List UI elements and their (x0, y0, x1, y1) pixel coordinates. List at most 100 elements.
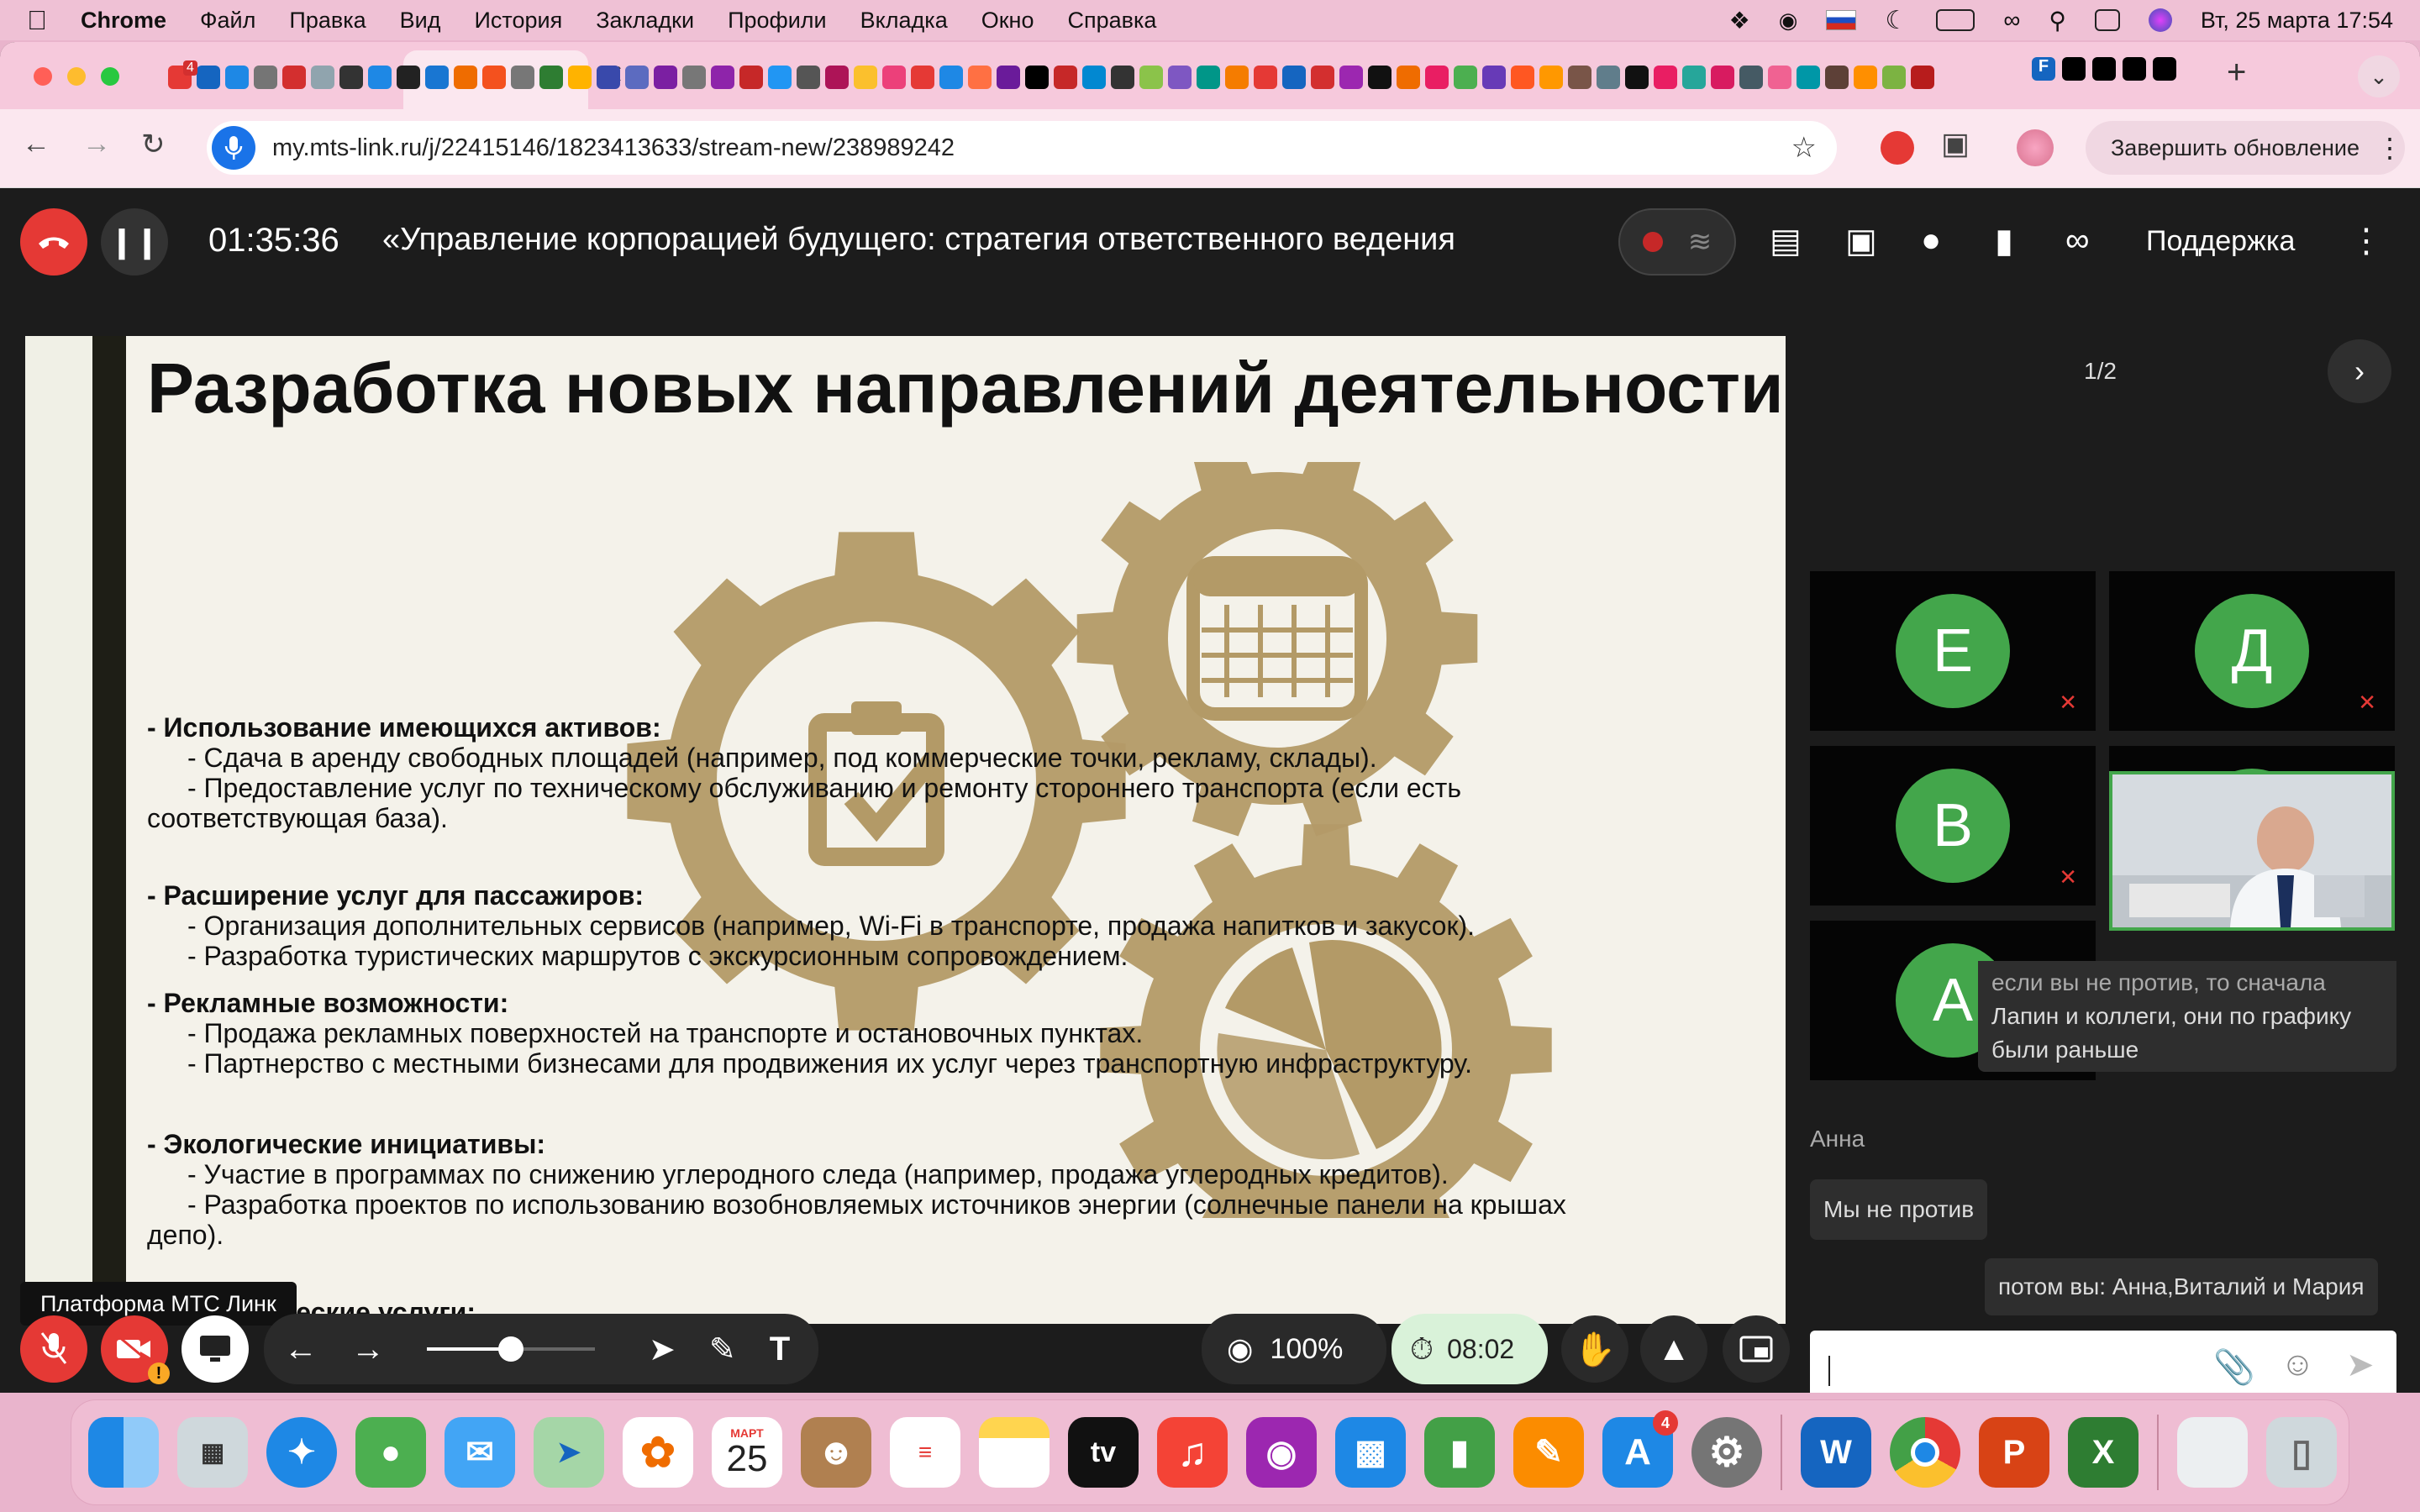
next-page-button[interactable]: › (2328, 339, 2391, 403)
menu-bookmarks[interactable]: Закладки (596, 8, 694, 34)
tab-search-chevron-icon[interactable]: ⌄ (2358, 55, 2400, 97)
tab-favicon[interactable] (1454, 66, 1477, 89)
pointer-icon[interactable]: ➤ (649, 1331, 676, 1368)
chrome-icon[interactable] (1890, 1417, 1960, 1488)
more-menu-icon[interactable]: ⋮ (2376, 132, 2403, 164)
menu-view[interactable]: Вид (400, 8, 441, 34)
tab-favicon[interactable] (1282, 66, 1306, 89)
tab-favicon[interactable] (254, 66, 277, 89)
tab-favicon[interactable] (739, 66, 763, 89)
pause-button[interactable]: ❙❙ (101, 208, 168, 276)
search-icon[interactable]: ⚲ (2049, 7, 2066, 34)
tab-favicon[interactable] (1539, 66, 1563, 89)
tab-favicon[interactable] (339, 66, 363, 89)
tab-favicon[interactable] (1368, 66, 1392, 89)
layout-button[interactable] (1723, 1315, 1790, 1383)
dropbox-icon[interactable]: ❖ (1729, 7, 1750, 34)
tab-favicon[interactable] (1911, 66, 1934, 89)
tab-favicon[interactable] (1768, 66, 1791, 89)
support-button[interactable]: Поддержка (2146, 225, 2295, 258)
chat-icon[interactable]: ▣ (1845, 222, 1877, 260)
participants-icon[interactable]: ● (1921, 222, 1941, 260)
menu-file[interactable]: Файл (200, 8, 255, 34)
more-options-icon[interactable]: ⋮ (2349, 222, 2383, 260)
files-icon[interactable]: ▮ (1995, 222, 2013, 260)
safari-icon[interactable]: ✦ (266, 1417, 337, 1488)
next-slide-icon[interactable]: → (351, 1331, 385, 1368)
close-window-icon[interactable] (34, 67, 52, 86)
tab-favicon-la[interactable] (2123, 57, 2146, 81)
tab-favicon[interactable] (539, 66, 563, 89)
extension-adblock-icon[interactable] (1881, 131, 1914, 165)
tab-favicon[interactable] (1682, 66, 1706, 89)
tab-favicon[interactable] (197, 66, 220, 89)
tab-favicon[interactable] (654, 66, 677, 89)
notes-icon[interactable] (979, 1417, 1050, 1488)
tab-favicon[interactable] (825, 66, 849, 89)
microphone-toggle[interactable] (20, 1315, 87, 1383)
tab-favicon[interactable] (1482, 66, 1506, 89)
numbers-icon[interactable]: ▮ (1424, 1417, 1495, 1488)
tab-favicon[interactable] (1854, 66, 1877, 89)
tab-favicon[interactable] (1882, 66, 1906, 89)
participant-tile[interactable]: Е ✕ (1810, 571, 2096, 731)
tab-favicon[interactable] (1225, 66, 1249, 89)
tab-favicon[interactable] (568, 66, 592, 89)
tab-favicon[interactable] (854, 66, 877, 89)
tab-favicon[interactable] (1711, 66, 1734, 89)
battery-icon[interactable] (1936, 9, 1975, 31)
text-tool-icon[interactable]: T (770, 1331, 790, 1368)
tab-favicon-f[interactable]: F (2032, 57, 2055, 81)
emoji-icon[interactable]: ☺ (2281, 1346, 2315, 1383)
tab-favicon[interactable] (482, 66, 506, 89)
send-icon[interactable]: ➤ (2346, 1346, 2375, 1384)
tab-favicon[interactable] (282, 66, 306, 89)
tab-favicon[interactable] (1825, 66, 1849, 89)
tab-favicon[interactable] (968, 66, 992, 89)
tab-favicon-la[interactable] (2153, 57, 2176, 81)
camera-toggle[interactable]: ! (101, 1315, 170, 1384)
address-bar[interactable]: my.mts-link.ru/j/22415146/1823413633/str… (207, 121, 1837, 175)
photos-icon[interactable]: ✿ (623, 1417, 693, 1488)
agenda-icon[interactable]: ▤ (1770, 222, 1802, 260)
tab-favicon[interactable] (1025, 66, 1049, 89)
tab-favicon[interactable] (1397, 66, 1420, 89)
menu-profiles[interactable]: Профили (728, 8, 827, 34)
tab-favicon[interactable] (682, 66, 706, 89)
forward-icon[interactable]: → (82, 128, 111, 160)
tab-favicon[interactable] (1054, 66, 1077, 89)
menu-help[interactable]: Справка (1067, 8, 1156, 34)
system-settings-icon[interactable]: ⚙ (1691, 1417, 1762, 1488)
tab-favicon[interactable] (1797, 66, 1820, 89)
apple-tv-icon[interactable]: tv (1068, 1417, 1139, 1488)
tab-favicon[interactable] (1597, 66, 1620, 89)
tab-favicon[interactable] (911, 66, 934, 89)
keyboard-flag-icon[interactable] (1826, 10, 1857, 30)
downloads-folder-icon[interactable] (2177, 1417, 2248, 1488)
tab-favicon[interactable] (225, 66, 249, 89)
extensions-puzzle-icon[interactable]: ▣ (1941, 126, 1970, 161)
tab-favicon[interactable] (797, 66, 820, 89)
tab-favicon[interactable] (1654, 66, 1677, 89)
apple-icon[interactable]:  (27, 5, 47, 36)
tab-favicon[interactable] (597, 66, 620, 89)
volume-slider-knob[interactable] (498, 1336, 523, 1362)
tab-favicon[interactable] (768, 66, 792, 89)
tab-favicon[interactable] (1168, 66, 1192, 89)
raise-hand-button[interactable]: ✋ (1561, 1315, 1628, 1383)
countdown-timer[interactable]: ⏱ 08:02 (1392, 1314, 1548, 1384)
control-center-icon[interactable] (2094, 9, 2120, 31)
zoom-window-icon[interactable] (101, 67, 119, 86)
app-store-icon[interactable]: A 4 (1602, 1410, 1678, 1488)
tab-favicon[interactable] (425, 66, 449, 89)
tab-favicon[interactable] (1425, 66, 1449, 89)
bookmark-star-icon[interactable]: ☆ (1791, 131, 1817, 165)
profile-avatar[interactable] (2017, 129, 2054, 166)
menu-app-name[interactable]: Chrome (81, 8, 166, 34)
messages-icon[interactable]: ● (355, 1417, 426, 1488)
tab-favicon[interactable] (1511, 66, 1534, 89)
tab-favicon[interactable] (711, 66, 734, 89)
reminders-icon[interactable]: ≡ (890, 1417, 960, 1488)
tab-favicon[interactable] (939, 66, 963, 89)
speaker-video-tile[interactable] (2109, 771, 2395, 931)
